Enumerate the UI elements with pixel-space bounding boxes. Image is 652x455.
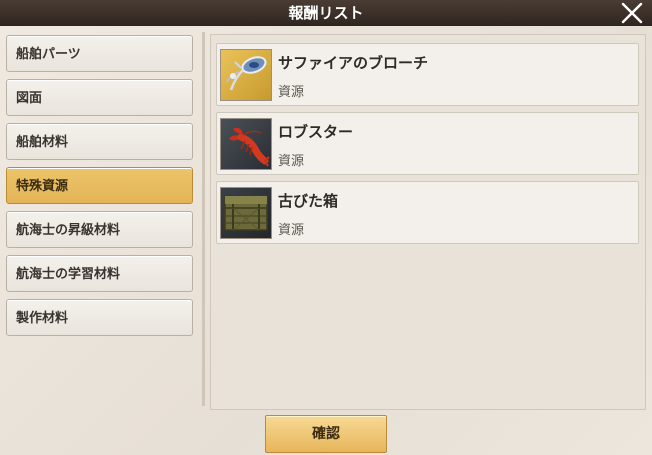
category-label: 航海士の昇級材料 (16, 223, 121, 238)
category-blueprints[interactable]: 図面 (6, 79, 193, 116)
category-list: 船舶パーツ 図面 船舶材料 特殊資源 航海士の昇級材料 航海士の学習材料 製作材… (0, 32, 205, 406)
reward-type: 資源 (278, 223, 305, 238)
category-ship-parts[interactable]: 船舶パーツ (6, 35, 193, 72)
category-navigator-learning[interactable]: 航海士の学習材料 (6, 255, 193, 292)
reward-name: サファイアのブローチ (278, 54, 429, 72)
category-label: 特殊資源 (16, 179, 69, 194)
category-crafting-materials[interactable]: 製作材料 (6, 299, 193, 336)
reward-item[interactable]: サファイアのブローチ 資源 (216, 43, 639, 106)
lobster-icon (220, 118, 272, 170)
brooch-icon (220, 49, 272, 101)
category-label: 航海士の学習材料 (16, 267, 121, 282)
reward-name: ロブスター (278, 123, 354, 141)
title-bar: 報酬リスト (0, 0, 652, 26)
reward-item[interactable]: ロブスター 資源 (216, 112, 639, 175)
category-label: 図面 (16, 91, 43, 106)
category-label: 船舶パーツ (16, 47, 81, 62)
category-special-resources[interactable]: 特殊資源 (6, 167, 193, 204)
old-crate-icon (220, 187, 272, 239)
window-title: 報酬リスト (288, 4, 364, 22)
category-navigator-promotion[interactable]: 航海士の昇級材料 (6, 211, 193, 248)
reward-type: 資源 (278, 85, 305, 100)
reward-type: 資源 (278, 154, 305, 169)
confirm-label: 確認 (312, 426, 340, 442)
reward-item[interactable]: 古びた箱 資源 (216, 181, 639, 244)
close-icon[interactable] (620, 1, 644, 25)
confirm-button[interactable]: 確認 (265, 415, 387, 453)
category-ship-materials[interactable]: 船舶材料 (6, 123, 193, 160)
category-label: 船舶材料 (16, 135, 69, 150)
reward-list-window: 船舶パーツ 図面 船舶材料 特殊資源 航海士の昇級材料 航海士の学習材料 製作材… (0, 26, 652, 455)
reward-name: 古びた箱 (278, 192, 339, 210)
reward-list: サファイアのブローチ 資源 ロブスター 資源 古びた箱 資源 (210, 34, 646, 410)
category-label: 製作材料 (16, 311, 69, 326)
